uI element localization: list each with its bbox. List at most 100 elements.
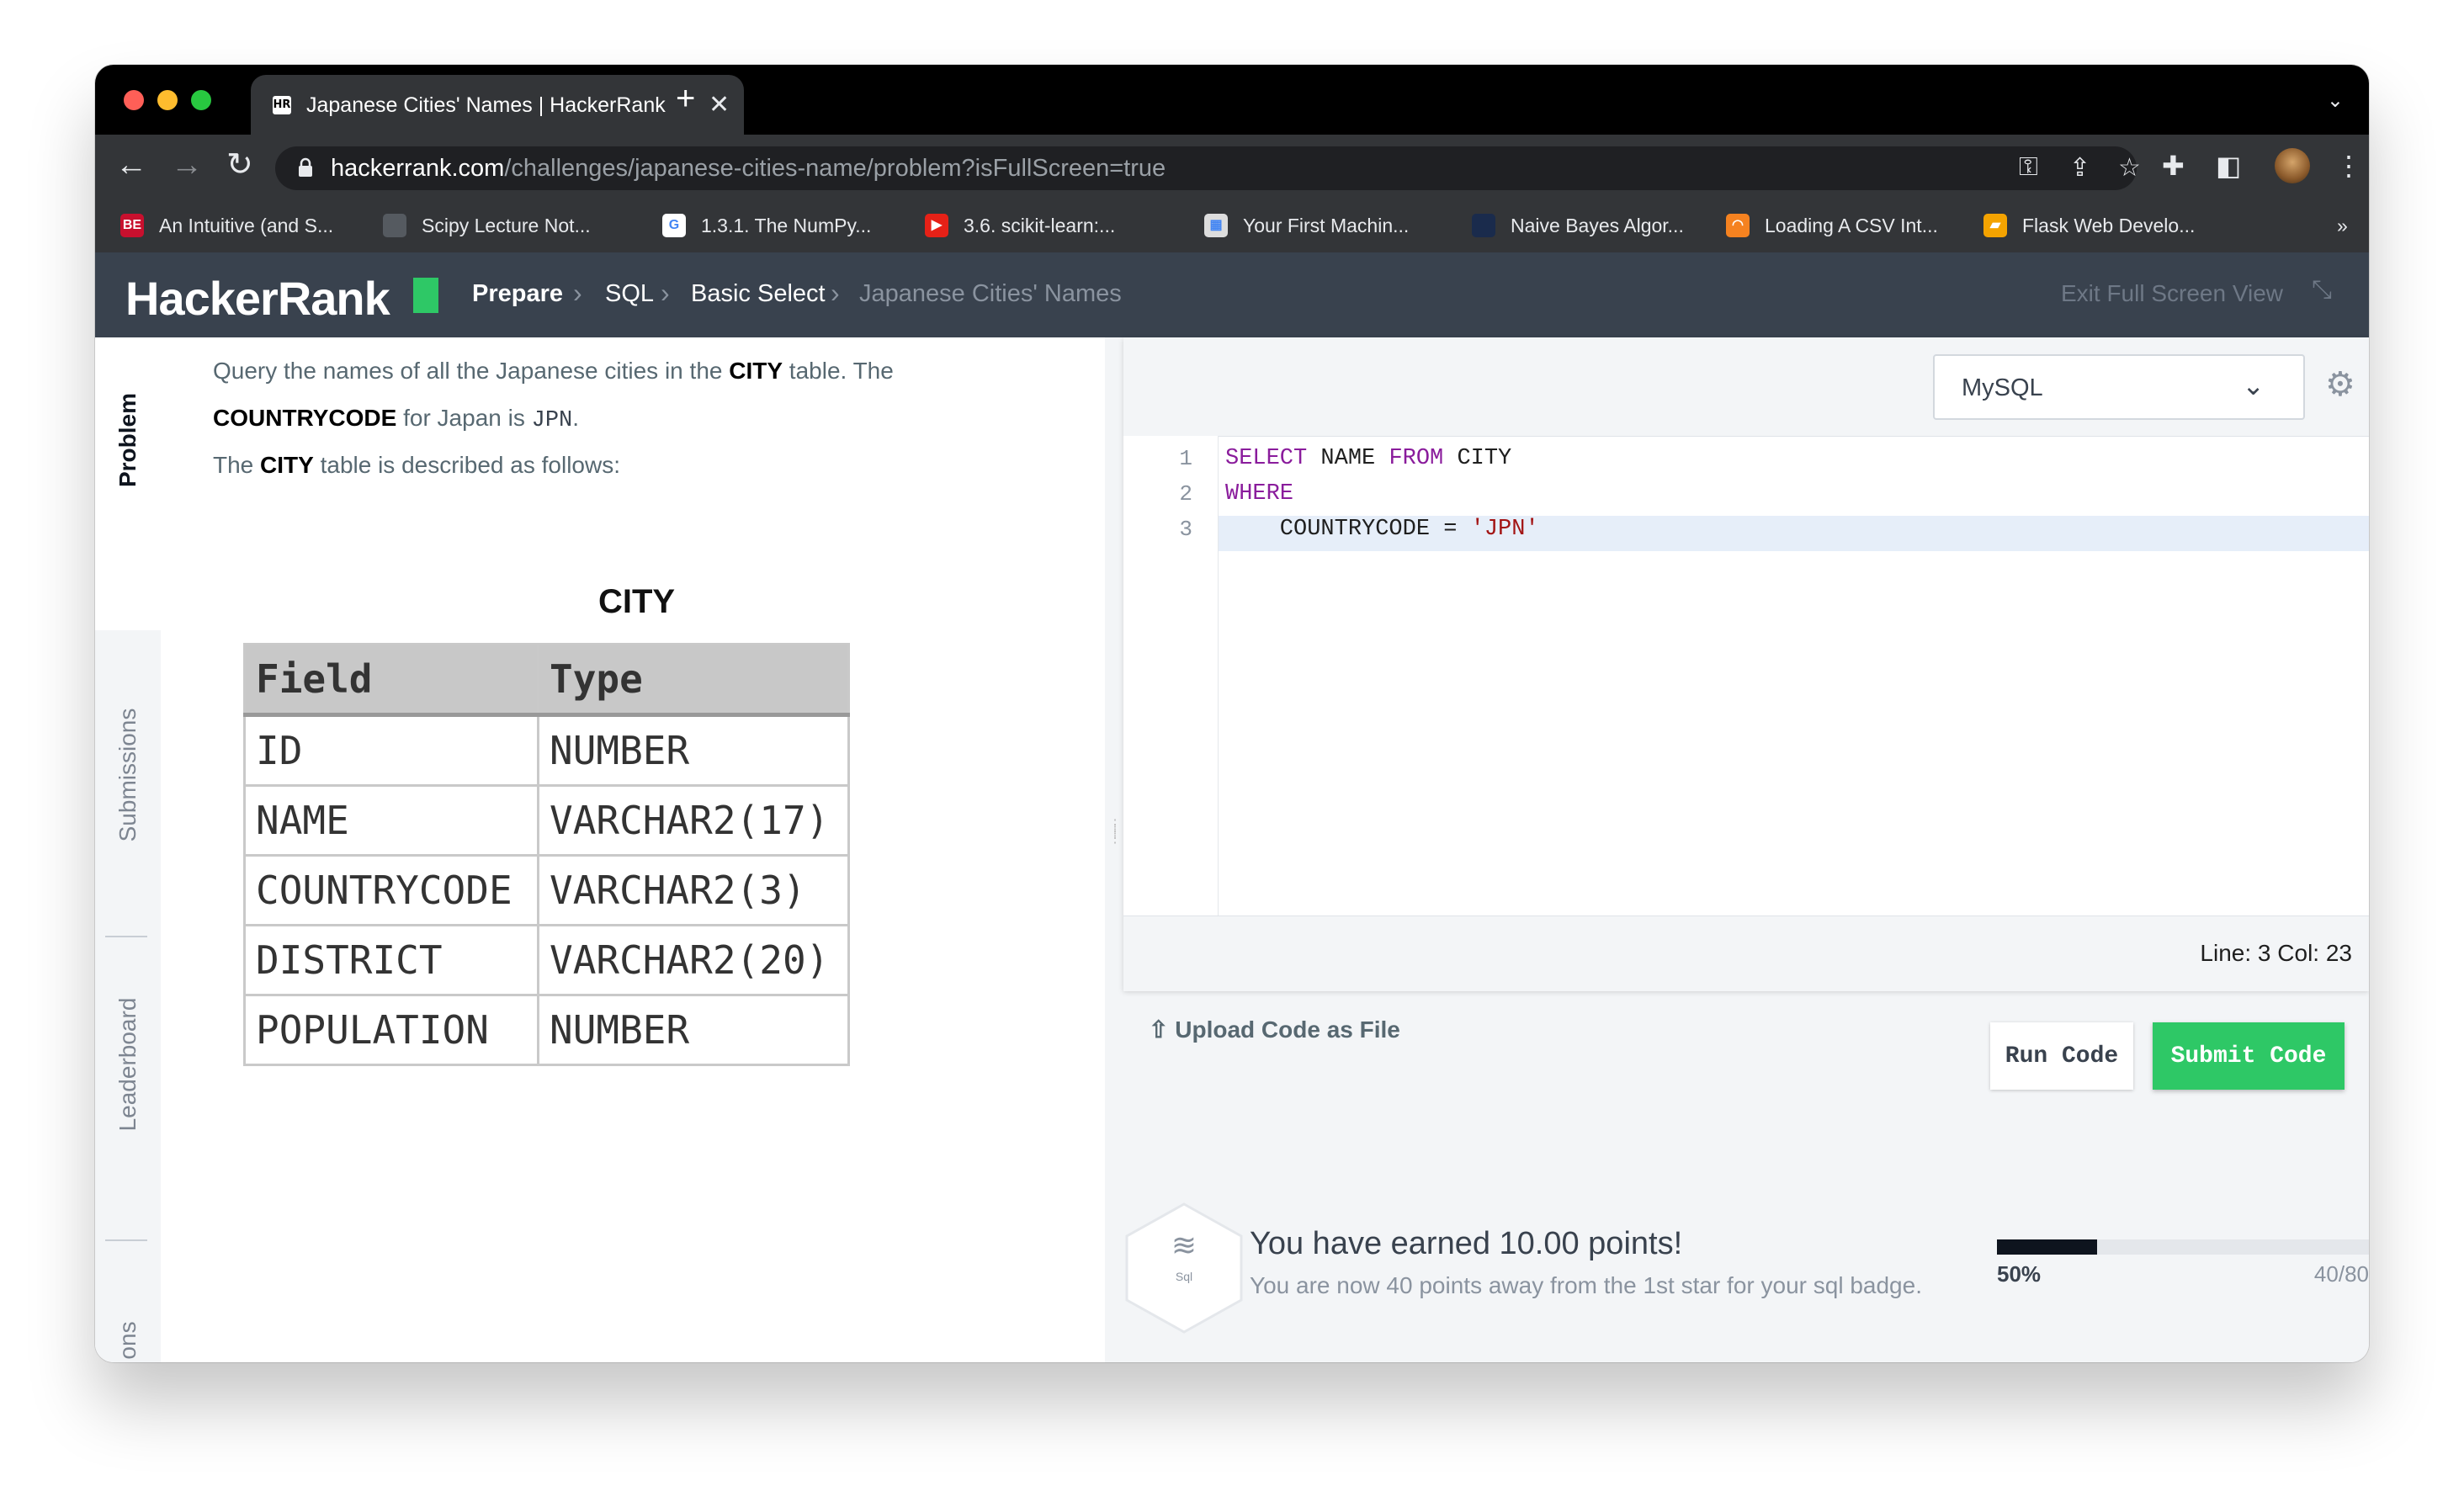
close-window-icon[interactable] <box>124 90 144 110</box>
editor-toolbar: MySQL ⌄ ⚙ <box>1123 337 2369 437</box>
reload-icon[interactable]: ↻ <box>226 148 253 182</box>
points-away: You are now 40 points away from the 1st … <box>1250 1272 1922 1298</box>
breadcrumb-basic-select[interactable]: Basic Select <box>691 280 826 308</box>
lock-icon <box>299 157 312 177</box>
bookmark-favicon-icon <box>383 214 406 237</box>
more-bookmarks-icon[interactable]: » <box>2337 209 2348 242</box>
close-tab-icon[interactable]: ✕ <box>709 90 730 119</box>
bookmark-label: Flask Web Develo... <box>2022 214 2196 236</box>
field-cell: DISTRICT <box>243 924 539 996</box>
table-header-type: Type <box>537 643 850 717</box>
bookmark-label: 3.6. scikit-learn:... <box>964 214 1116 236</box>
upload-code-button[interactable]: ⇧ Upload Code as File <box>1149 1016 1400 1043</box>
code-line-2: WHERE <box>1225 481 1294 507</box>
breadcrumb-sql[interactable]: SQL <box>605 280 654 308</box>
bookmark-item[interactable]: ▦ Your First Machin... <box>1204 209 1409 242</box>
bookmark-item[interactable]: Naive Bayes Algor... <box>1472 209 1684 242</box>
breadcrumb-prepare[interactable]: Prepare <box>472 280 563 308</box>
cursor-position: Line: 3 Col: 23 <box>2200 940 2352 966</box>
type-cell: VARCHAR2(3) <box>537 854 850 926</box>
gear-icon[interactable]: ⚙ <box>2325 368 2355 401</box>
bookmark-favicon-icon: ◠ <box>1726 214 1750 237</box>
problem-pane: Query the names of all the Japanese citi… <box>161 337 1200 1362</box>
type-cell: VARCHAR2(17) <box>537 784 850 857</box>
points-earned: You have earned 10.00 points! <box>1250 1226 1683 1261</box>
browser-tab[interactable]: HR Japanese Cities' Names | HackerRank ✕ <box>251 75 744 135</box>
badge-label: Sql <box>1175 1270 1193 1283</box>
profile-avatar[interactable] <box>2275 148 2310 183</box>
extensions-icon[interactable]: ✚ <box>2162 150 2185 182</box>
bookmarks-bar: BE An Intuitive (and S... Scipy Lecture No… <box>95 199 2369 253</box>
bookmark-label: An Intuitive (and S... <box>159 214 334 236</box>
exit-fullscreen-link[interactable]: Exit Full Screen View <box>2061 280 2283 307</box>
bookmark-favicon-icon: ▰ <box>1983 214 2007 237</box>
field-cell: COUNTRYCODE <box>243 854 539 926</box>
language-select[interactable]: MySQL ⌄ <box>1933 354 2305 420</box>
divider <box>105 1239 147 1241</box>
city-schema-table: Field Type ID NUMBER NAME VARCHAR2(17) COUNT… <box>243 643 850 1066</box>
bookmark-label: 1.3.1. The NumPy... <box>701 214 872 236</box>
bookmark-star-icon[interactable]: ☆ <box>2118 153 2141 183</box>
table-row: NAME VARCHAR2(17) <box>243 784 850 857</box>
hackerrank-header: HackerRank Prepare › SQL › Basic Select … <box>95 252 2369 337</box>
tab-discussions[interactable]: ons <box>114 1321 141 1359</box>
upload-icon: ⇧ <box>1149 1016 1176 1043</box>
bookmark-item[interactable]: ▶ 3.6. scikit-learn:... <box>925 209 1115 242</box>
bookmark-item[interactable]: ▰ Flask Web Develo... <box>1983 209 2195 242</box>
bookmark-favicon-icon <box>1472 214 1495 237</box>
bookmark-label: Naive Bayes Algor... <box>1511 214 1684 236</box>
side-panel-icon[interactable]: ◧ <box>2216 150 2241 182</box>
problem-line-3: The CITY table is described as follows: <box>213 452 620 478</box>
bookmark-favicon-icon: ▶ <box>925 214 948 237</box>
maximize-window-icon[interactable] <box>191 90 211 110</box>
hackerrank-favicon-icon: HR <box>273 96 291 114</box>
line-number: 2 <box>1179 481 1192 507</box>
code-line-1: SELECT NAME FROM CITY <box>1225 446 1512 471</box>
problem-line-1: Query the names of all the Japanese citi… <box>213 358 894 384</box>
breadcrumb-current: Japanese Cities' Names <box>859 280 1122 307</box>
code-input[interactable]: SELECT NAME FROM CITY WHERE COUNTRYCODE … <box>1219 436 2369 915</box>
bookmark-item[interactable]: G 1.3.1. The NumPy... <box>662 209 871 242</box>
chevron-down-icon: ⌄ <box>2242 370 2265 401</box>
new-tab-icon[interactable]: + <box>676 82 695 115</box>
sql-badge-hexagon <box>1125 1202 1243 1334</box>
bookmark-item[interactable]: Scipy Lecture Not... <box>383 209 591 242</box>
tab-bar: HR Japanese Cities' Names | HackerRank ✕… <box>95 65 2369 135</box>
bookmark-label: Loading A CSV Int... <box>1765 214 1938 236</box>
submit-code-button[interactable]: Submit Code <box>2153 1022 2345 1090</box>
bookmark-favicon-icon: BE <box>120 214 144 237</box>
minimize-window-icon[interactable] <box>157 90 178 110</box>
run-code-button[interactable]: Run Code <box>1990 1022 2133 1090</box>
forward-icon[interactable]: → <box>171 148 203 182</box>
share-icon[interactable]: ⇪ <box>2069 153 2090 183</box>
bookmark-label: Scipy Lecture Not... <box>422 214 591 236</box>
pane-resize-handle[interactable]: ⋮ ⋮ ⋮ <box>1108 819 1122 873</box>
editor-status-bar: Line: 3 Col: 23 <box>1123 915 2369 991</box>
progress-score: 40/80 <box>2313 1261 2369 1287</box>
collapse-icon[interactable]: ⤡ <box>2312 276 2332 305</box>
bookmark-label: Your First Machin... <box>1243 214 1410 236</box>
bookmark-item[interactable]: ◠ Loading A CSV Int... <box>1726 209 1938 242</box>
badge-progress-bar <box>1997 1239 2369 1255</box>
bookmark-item[interactable]: BE An Intuitive (and S... <box>120 209 333 242</box>
address-bar[interactable]: hackerrank.com/challenges/japanese-citie… <box>275 146 2141 190</box>
browser-toolbar: ← → ↻ hackerrank.com/challenges/japanese… <box>95 135 2369 199</box>
field-cell: NAME <box>243 784 539 857</box>
more-menu-icon[interactable]: ⋮ <box>2335 150 2362 182</box>
back-icon[interactable]: ← <box>115 148 147 182</box>
chevron-right-icon: › <box>831 278 840 308</box>
problem-line-2: COUNTRYCODE for Japan is JPN. <box>213 405 580 433</box>
side-tabs: Problem Submissions Leaderboard ons <box>95 337 162 1362</box>
code-line-3: COUNTRYCODE = 'JPN' <box>1225 517 1539 542</box>
chevron-right-icon: › <box>661 278 670 308</box>
badge-progress-fill <box>1997 1239 2097 1255</box>
tab-problem[interactable]: Problem <box>114 393 141 487</box>
tab-submissions[interactable]: Submissions <box>114 709 141 842</box>
url-text: hackerrank.com/challenges/japanese-citie… <box>331 155 1166 182</box>
tab-leaderboard[interactable]: Leaderboard <box>114 998 141 1132</box>
table-row: ID NUMBER <box>243 714 850 787</box>
tab-search-chevron-icon[interactable]: ⌄ <box>2327 88 2344 113</box>
hackerrank-logo[interactable]: HackerRank <box>125 271 390 326</box>
key-icon[interactable]: ⚿ <box>2019 153 2038 182</box>
table-header-field: Field <box>243 643 539 717</box>
